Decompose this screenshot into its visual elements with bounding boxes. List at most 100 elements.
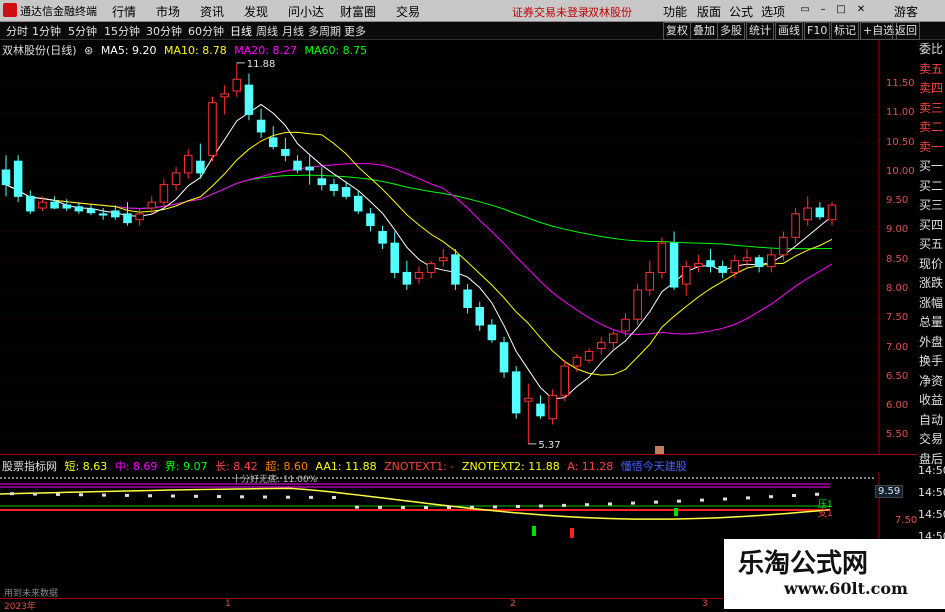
period-60min[interactable]: 60分钟 [188, 23, 224, 39]
candle-body [293, 160, 302, 171]
quote-panel-item[interactable]: 换手 [917, 352, 945, 372]
quote-panel-item[interactable]: 交易 [917, 430, 945, 450]
quote-panel-item[interactable]: 总量 [917, 313, 945, 333]
candle-body [159, 184, 169, 203]
indicator-dot [815, 492, 819, 496]
price-tick-label: 7.00 [886, 341, 909, 353]
menu-layout[interactable]: 版面 [697, 3, 721, 20]
period-30min[interactable]: 30分钟 [146, 23, 182, 39]
menu-quotes[interactable]: 行情 [112, 3, 136, 20]
indicator-dot [148, 494, 152, 498]
candle-body [256, 119, 266, 133]
maximize-icon[interactable]: □ [836, 5, 846, 15]
indicator-dot [286, 495, 290, 499]
period-weekly[interactable]: 周线 [256, 23, 278, 39]
quote-panel-item[interactable]: 买三 [917, 196, 945, 216]
candle-body [657, 242, 667, 273]
mark-button[interactable]: 标记 [831, 22, 859, 40]
window-ctrl-icon[interactable]: ▭ [800, 5, 810, 15]
menu-formula[interactable]: 公式 [729, 3, 753, 20]
candle-body [50, 201, 59, 209]
period-1min[interactable]: 1分钟 [32, 23, 61, 39]
title-bar: 通达信金融终端 行情 市场 资讯 发现 问小达 财富圈 交易 证券交易未登录 双… [0, 0, 945, 22]
menu-market[interactable]: 市场 [156, 3, 180, 20]
period-multi[interactable]: 多周期 [308, 23, 341, 39]
period-monthly[interactable]: 月线 [282, 23, 304, 39]
candle-body [754, 257, 764, 268]
indicator-dot [654, 500, 658, 504]
period-5min[interactable]: 5分钟 [68, 23, 97, 39]
adjust-button[interactable]: 复权 [663, 22, 691, 40]
quote-panel-item[interactable]: 外盘 [917, 333, 945, 353]
back-button[interactable]: 返回 [892, 22, 920, 40]
f10-button[interactable]: F10 [804, 22, 831, 40]
quote-panel-item[interactable]: 自动 [917, 411, 945, 431]
candle-body [669, 242, 679, 288]
indicator-dot [217, 495, 221, 499]
quote-panel-item[interactable]: 卖四 [917, 79, 945, 99]
indicator-dot [746, 496, 750, 500]
period-daily[interactable]: 日线 [230, 23, 252, 39]
candle-body [511, 371, 521, 414]
quote-panel-item[interactable]: 净资 [917, 372, 945, 392]
quote-panel-item[interactable]: 卖一 [917, 138, 945, 158]
menu-discover[interactable]: 发现 [244, 3, 268, 20]
quote-panel-item[interactable]: 涨幅 [917, 294, 945, 314]
quote-panel-item[interactable]: 现价 [917, 255, 945, 275]
overlay-button[interactable]: 叠加 [690, 22, 718, 40]
minimize-icon[interactable]: – [818, 5, 828, 15]
period-15min[interactable]: 15分钟 [104, 23, 140, 39]
quote-panel-item[interactable]: 买二 [917, 177, 945, 197]
indicator-dot [240, 495, 244, 499]
quote-panel-item[interactable]: 卖五 [917, 60, 945, 80]
close-icon[interactable]: ✕ [856, 5, 866, 15]
guest-label[interactable]: 游客 [894, 3, 918, 20]
login-status[interactable]: 证券交易未登录 [512, 4, 589, 20]
candle-body [451, 254, 460, 285]
quote-panel-item[interactable]: 收益 [917, 391, 945, 411]
menu-ask[interactable]: 问小达 [288, 3, 324, 20]
indicator-dot [723, 497, 727, 501]
watermark: 乐淘公式网 www.60lt.com [724, 539, 945, 609]
candle-body [74, 206, 84, 212]
menu-news[interactable]: 资讯 [200, 3, 224, 20]
candlestick-chart[interactable]: 11.88 5.37 [0, 40, 880, 454]
draw-line-button[interactable]: 画线 [775, 22, 803, 40]
indicator-dot [447, 505, 451, 509]
candle-body [378, 230, 387, 244]
buy-signal-bar [532, 526, 536, 536]
indicator-dot [493, 505, 497, 509]
candle-body [499, 342, 509, 373]
menu-options[interactable]: 选项 [761, 3, 785, 20]
quote-panel-item[interactable]: 涨跌 [917, 274, 945, 294]
quote-panel-item[interactable]: 买四 [917, 216, 945, 236]
quote-panel-item[interactable]: 卖三 [917, 99, 945, 119]
price-tick-label: 8.00 [886, 282, 909, 294]
menu-trade[interactable]: 交易 [396, 3, 420, 20]
indicator-dot [700, 498, 704, 502]
menu-function[interactable]: 功能 [663, 3, 687, 20]
candle-body [135, 213, 144, 221]
statistics-button[interactable]: 统计 [746, 22, 774, 40]
multi-stock-button[interactable]: 多股 [717, 22, 745, 40]
price-tick-label: 8.50 [886, 253, 909, 265]
quote-panel-item[interactable]: 卖二 [917, 118, 945, 138]
period-toolbar: 分时 1分钟 5分钟 15分钟 30分钟 60分钟 日线 周线 月线 多周期 更… [0, 22, 945, 40]
candle-body [766, 254, 776, 268]
quote-panel-item[interactable]: 委比 [917, 40, 945, 60]
watermark-title: 乐淘公式网 [738, 549, 869, 579]
price-tick-label: 11.00 [886, 107, 915, 119]
indicator-overlay-label: 十分好无底: 11.00% [232, 475, 318, 485]
candle-body [26, 195, 35, 212]
period-more[interactable]: 更多 [344, 23, 366, 39]
candle-body [232, 78, 242, 92]
indicator-scale-low: 7.50 [895, 515, 918, 526]
price-tick-label: 11.50 [886, 78, 915, 90]
candle-body [426, 263, 436, 273]
indicator-dot [102, 493, 106, 497]
candle-body [803, 207, 812, 221]
quote-panel-item[interactable]: 买五 [917, 235, 945, 255]
menu-wealth[interactable]: 财富圈 [340, 3, 376, 20]
quote-panel-item[interactable]: 买一 [917, 157, 945, 177]
period-timeshare[interactable]: 分时 [6, 23, 28, 39]
